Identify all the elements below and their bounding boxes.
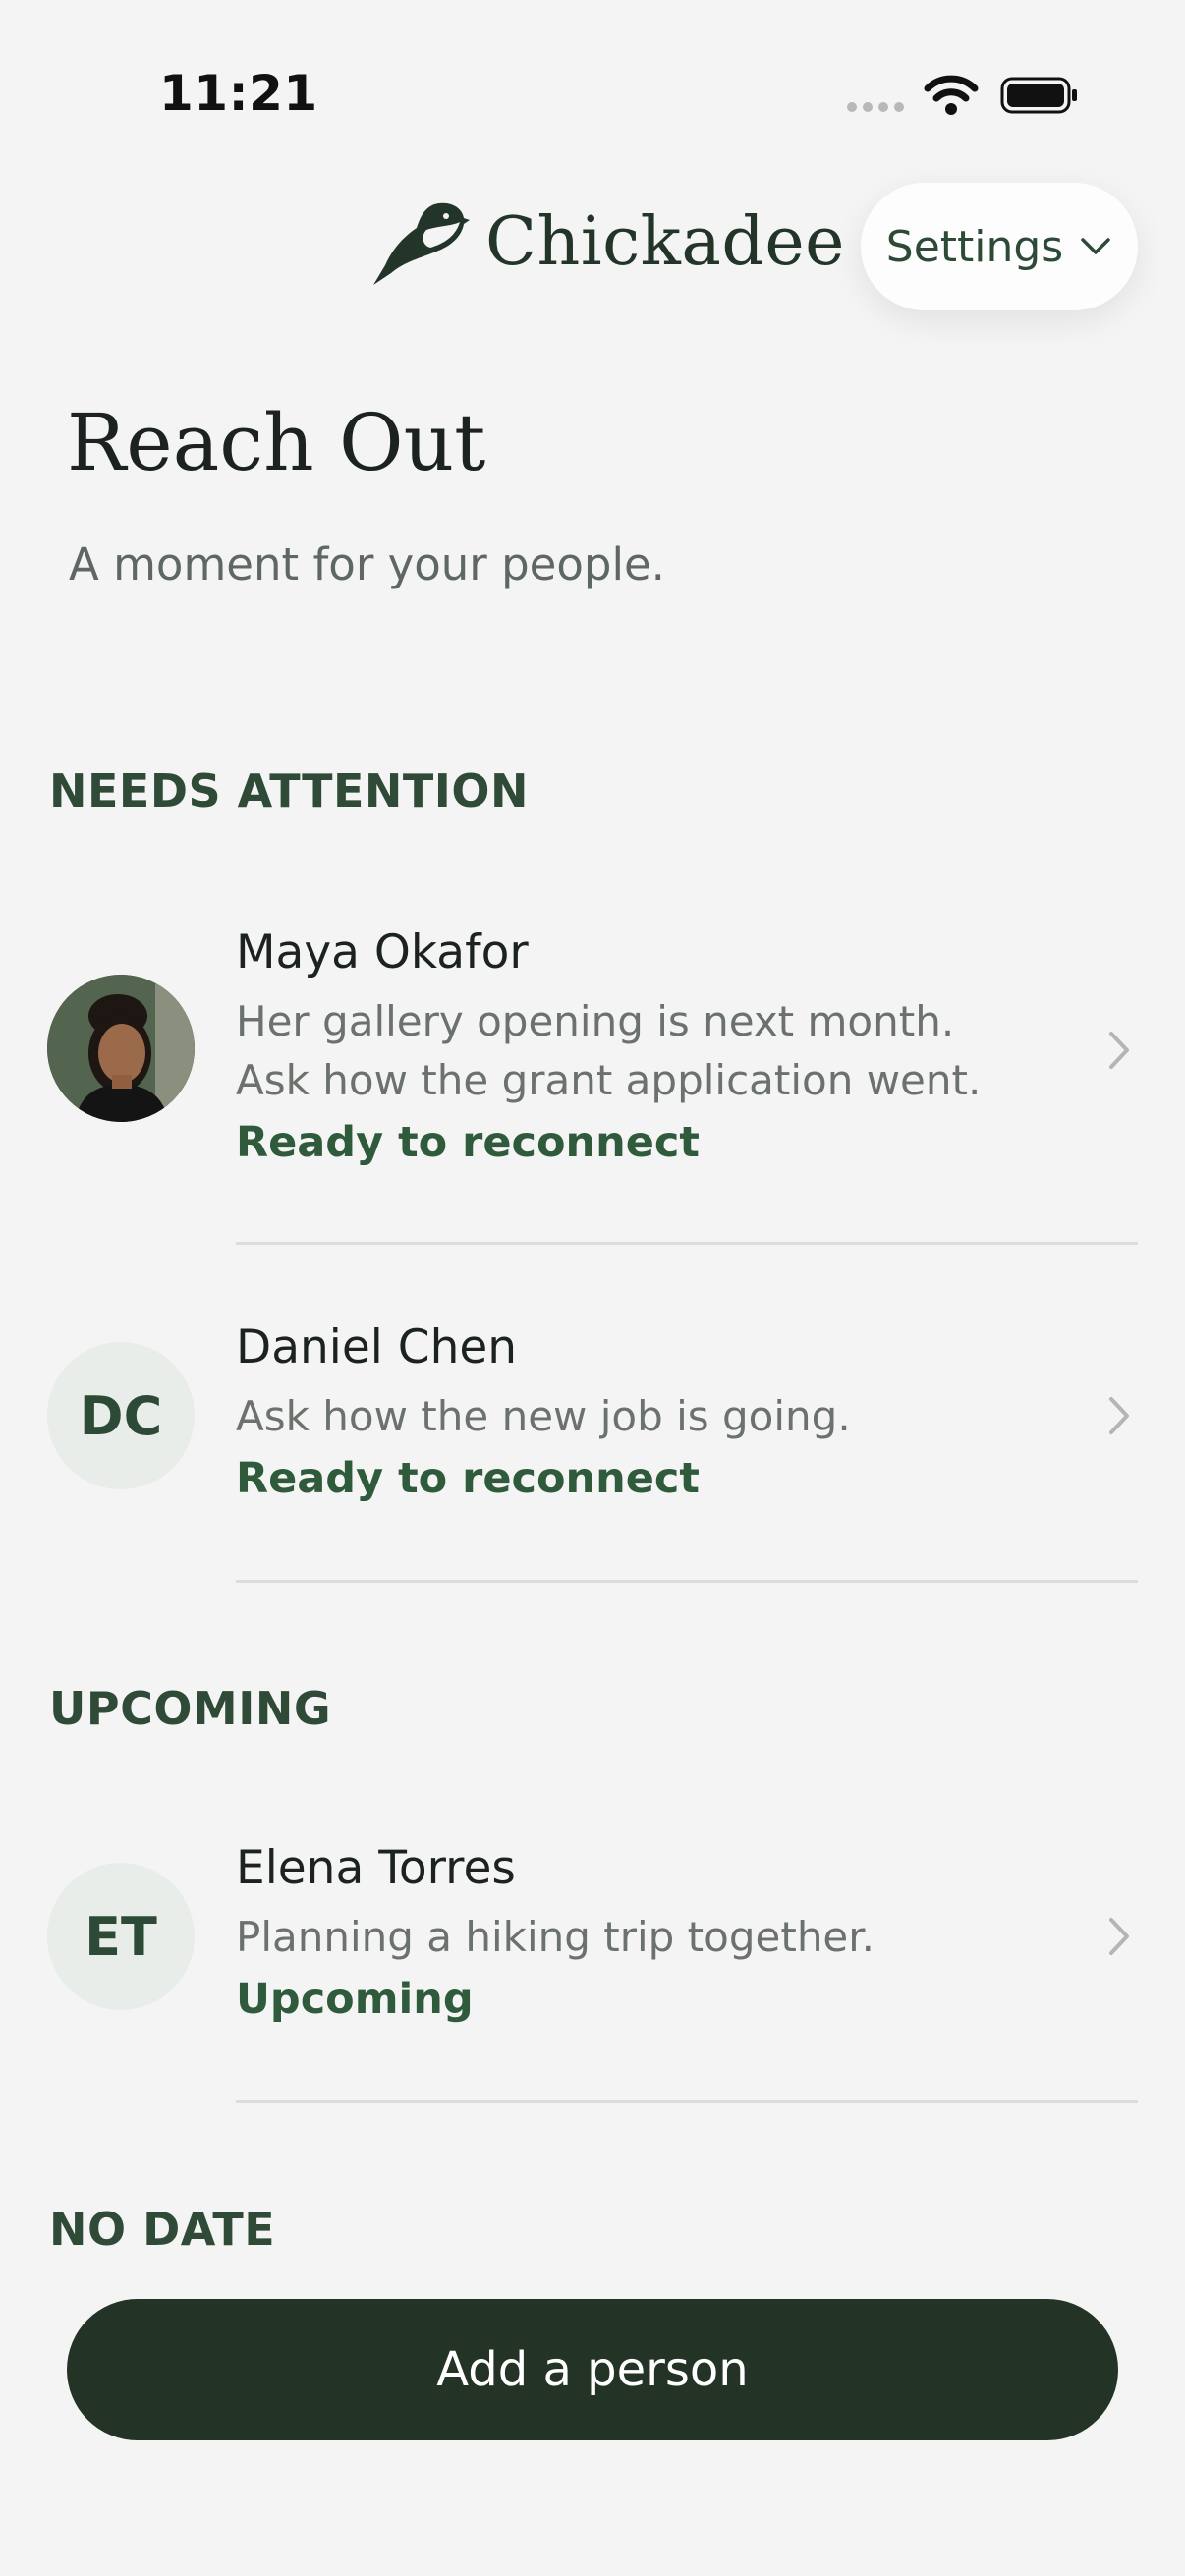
person-note: Ask how the new job is going. [236,1392,851,1440]
status-time: 11:21 [159,65,318,122]
chevron-right-icon [1109,1397,1129,1434]
settings-label: Settings [885,221,1064,272]
chevron-right-icon [1109,1032,1129,1069]
chickadee-bird-icon [373,202,470,285]
person-row-elena-torres[interactable]: ET Elena Torres Planning a hiking trip t… [0,1827,1185,2103]
settings-button[interactable]: Settings [861,183,1138,310]
app-brand: Chickadee [366,196,845,287]
person-note: Planning a hiking trip together. [236,1913,875,1961]
person-note: Ask how the grant application went. [236,1056,982,1104]
section-header-needs-attention: NEEDS ATTENTION [49,764,530,817]
page-title: Reach Out [67,397,486,488]
signal-dots-icon [847,102,904,112]
avatar-photo [47,975,195,1122]
section-header-no-date: NO DATE [49,2203,276,2256]
person-status: Upcoming [236,1975,474,2024]
person-name: Maya Okafor [236,925,529,980]
avatar: DC [47,1342,195,1489]
person-status: Ready to reconnect [236,1118,700,1167]
divider [236,2100,1138,2103]
add-person-button[interactable]: Add a person [67,2299,1118,2440]
page-subtitle: A moment for your people. [69,538,665,590]
chevron-right-icon [1109,1918,1129,1955]
app-name: Chickadee [485,202,845,281]
wifi-icon [924,75,979,115]
person-name: Elena Torres [236,1841,516,1895]
battery-icon [1000,77,1077,114]
divider [236,1242,1138,1245]
section-header-upcoming: UPCOMING [49,1682,332,1735]
person-status: Ready to reconnect [236,1454,700,1503]
person-name: Daniel Chen [236,1320,518,1374]
chevron-down-icon [1081,238,1110,254]
avatar [47,975,195,1122]
person-note: Her gallery opening is next month. [236,997,955,1045]
divider [236,1580,1138,1583]
person-row-daniel-chen[interactable]: DC Daniel Chen Ask how the new job is go… [0,1307,1185,1583]
person-row-maya-okafor[interactable]: Maya Okafor Her gallery opening is next … [0,904,1185,1245]
avatar: ET [47,1863,195,2010]
